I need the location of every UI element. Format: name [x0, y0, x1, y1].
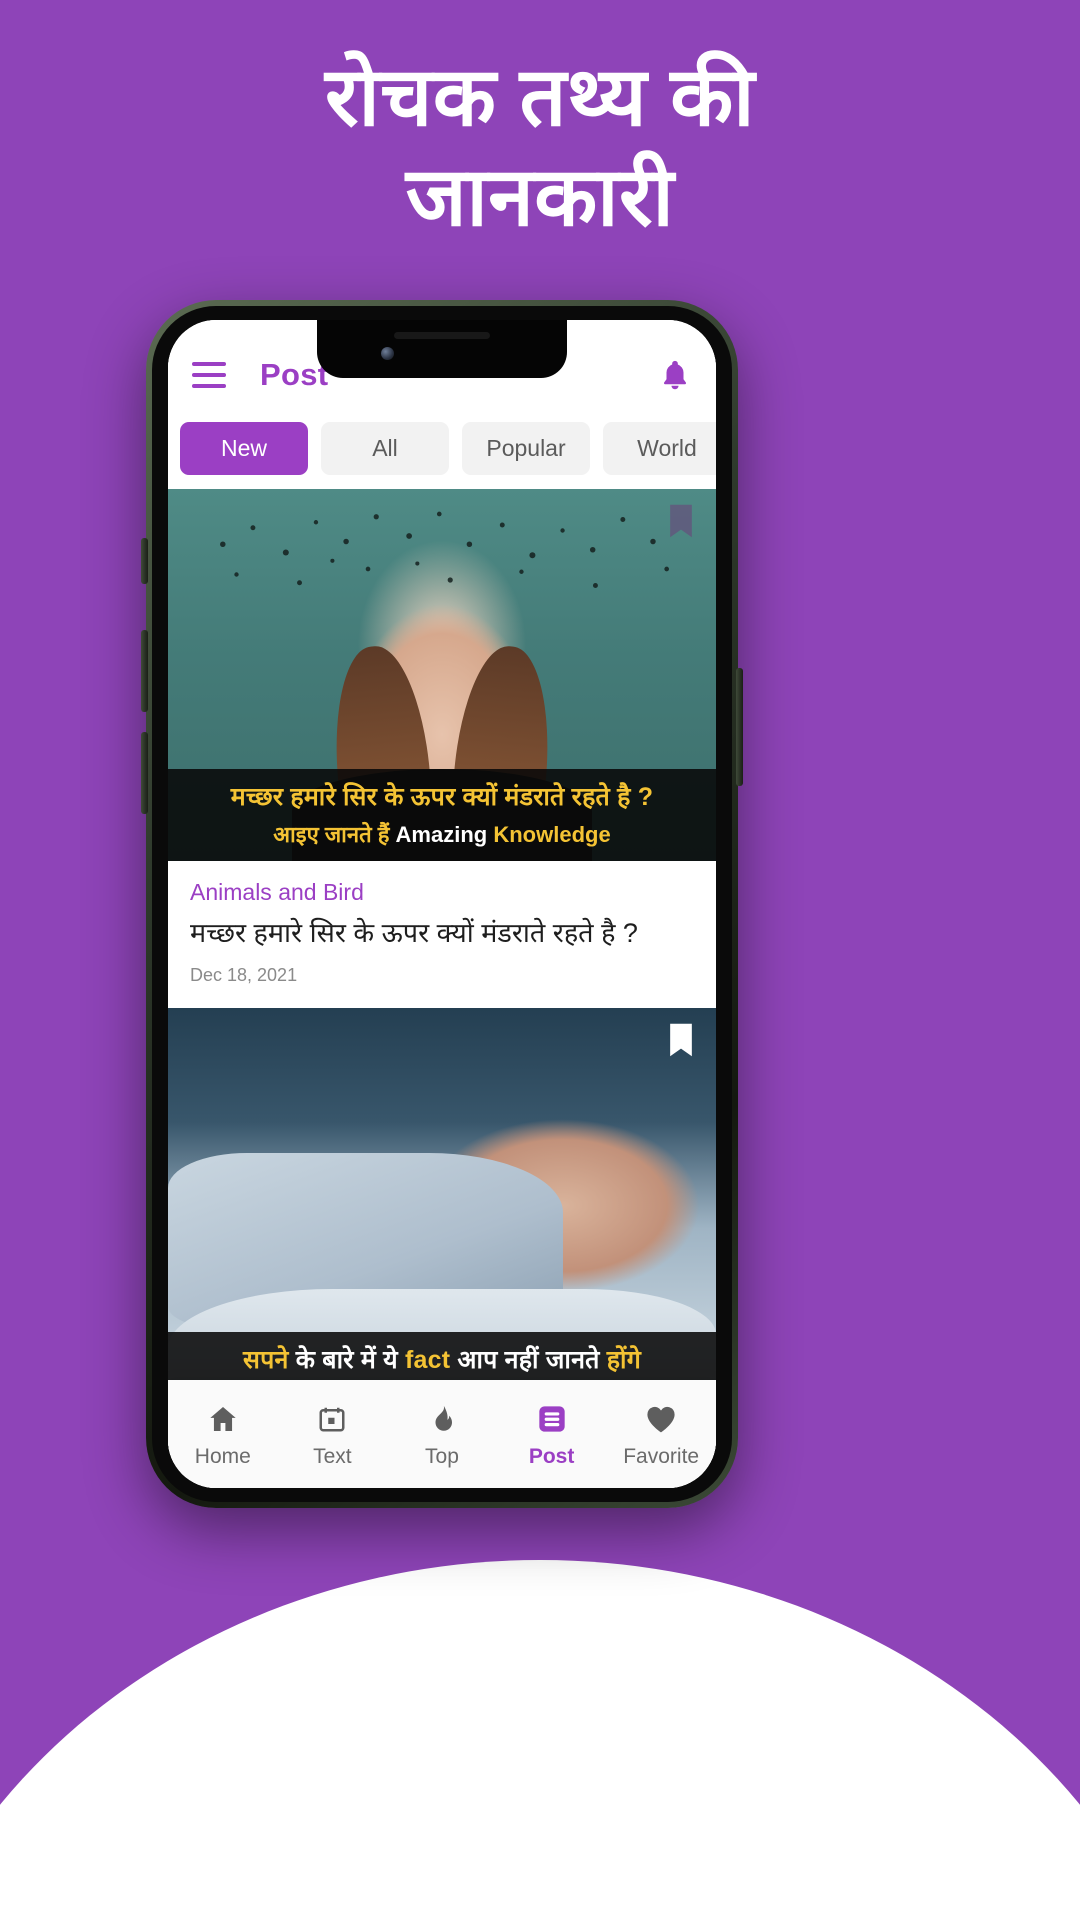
phone-mockup: Post New All Popular World मच्छर हमारे स…	[141, 300, 743, 1508]
flame-icon	[427, 1400, 457, 1438]
promo-headline: रोचक तथ्य की जानकारी	[0, 48, 1080, 248]
nav-label-text: Text	[313, 1444, 352, 1468]
article-icon	[536, 1400, 568, 1438]
caption-line-1: मच्छर हमारे सिर के ऊपर क्यों मंडराते रहत…	[230, 783, 654, 811]
phone-screen: Post New All Popular World मच्छर हमारे स…	[168, 320, 716, 1488]
caption-white: Amazing	[395, 822, 494, 847]
mosquito-swarm-decoration	[220, 511, 670, 588]
nav-item-home[interactable]: Home	[168, 1400, 278, 1469]
thumbnail-caption-overlay: मच्छर हमारे सिर के ऊपर क्यों मंडराते रहत…	[168, 769, 716, 861]
bell-icon[interactable]	[658, 356, 692, 394]
caption-part-3: fact	[404, 1346, 458, 1375]
nav-label-favorite: Favorite	[623, 1444, 700, 1468]
phone-mute-switch	[141, 538, 148, 584]
post-category[interactable]: Animals and Bird	[190, 879, 694, 906]
headline-line-2: जानकारी	[405, 152, 675, 244]
nav-item-post[interactable]: Post	[497, 1400, 607, 1469]
heart-icon	[645, 1400, 677, 1438]
hamburger-menu-icon[interactable]	[192, 362, 226, 388]
caption-part-2: के बारे में ये	[295, 1346, 405, 1375]
category-chip-row[interactable]: New All Popular World	[168, 412, 716, 489]
nav-label-top: Top	[425, 1444, 459, 1468]
headline-line-1: रोचक तथ्य की	[324, 52, 756, 143]
chip-all[interactable]: All	[321, 422, 449, 475]
nav-label-home: Home	[194, 1444, 251, 1468]
caption-line-2: आइए जानते हैं Amazing Knowledge	[178, 819, 706, 849]
earpiece-speaker	[394, 332, 490, 339]
phone-volume-down-button	[141, 732, 148, 814]
post-card[interactable]: मच्छर हमारे सिर के ऊपर क्यों मंडराते रहत…	[168, 489, 716, 1007]
app-container: Post New All Popular World मच्छर हमारे स…	[168, 320, 716, 1488]
post-feed[interactable]: मच्छर हमारे सिर के ऊपर क्यों मंडराते रहत…	[168, 489, 716, 1488]
post-thumbnail: मच्छर हमारे सिर के ऊपर क्यों मंडराते रहत…	[168, 489, 716, 861]
post-date: Dec 18, 2021	[190, 965, 298, 986]
phone-power-button	[736, 668, 743, 786]
chip-popular[interactable]: Popular	[462, 422, 590, 475]
phone-volume-up-button	[141, 630, 148, 712]
caption-post: Knowledge	[493, 822, 611, 847]
caption-part-1: सपने	[243, 1346, 296, 1375]
chip-world[interactable]: World	[603, 422, 716, 475]
nav-item-top[interactable]: Top	[387, 1400, 497, 1469]
caption-pre: आइए जानते हैं	[273, 822, 396, 847]
caption-part-4: आप नहीं जानते	[457, 1346, 607, 1375]
nav-label-post: Post	[528, 1444, 575, 1468]
nav-item-favorite[interactable]: Favorite	[606, 1400, 716, 1469]
nav-item-text[interactable]: Text	[278, 1400, 388, 1469]
phone-notch	[317, 320, 567, 378]
bookmark-icon[interactable]	[668, 503, 694, 539]
caption-line-1: सपने के बारे में ये fact आप नहीं जानते ह…	[178, 1342, 706, 1376]
post-title: मच्छर हमारे सिर के ऊपर क्यों मंडराते रहत…	[190, 918, 638, 948]
front-camera-icon	[381, 347, 394, 360]
calendar-icon	[317, 1400, 347, 1438]
post-thumbnail: सपने के बारे में ये fact आप नहीं जानते ह…	[168, 1008, 716, 1389]
bottom-navigation-bar[interactable]: Home Text Top Post Favorite	[168, 1380, 716, 1488]
caption-part-5: होंगे	[606, 1346, 641, 1375]
page-title: Post	[260, 357, 329, 392]
bookmark-icon[interactable]	[668, 1022, 694, 1058]
post-card-body: Animals and Bird मच्छर हमारे सिर के ऊपर …	[168, 861, 716, 1007]
chip-new[interactable]: New	[180, 422, 308, 475]
home-icon	[207, 1400, 239, 1438]
